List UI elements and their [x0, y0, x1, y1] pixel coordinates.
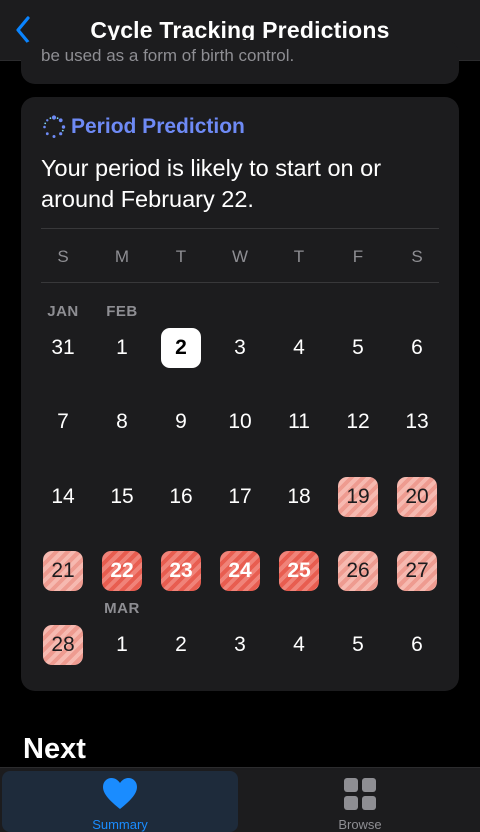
month-label-feb: FEB [106, 303, 138, 320]
heart-icon [103, 778, 137, 809]
tab-summary-label: Summary [92, 817, 148, 832]
section-heading-next: Next [23, 733, 86, 765]
prediction-headline: Your period is likely to start on or aro… [41, 155, 382, 212]
calendar-day[interactable]: 4 [279, 625, 319, 665]
card-label: Period Prediction [71, 115, 245, 138]
calendar-day[interactable]: 10 [220, 402, 260, 442]
calendar-day[interactable]: 15 [102, 477, 142, 517]
weekday-label: S [411, 247, 423, 266]
grid-icon [344, 778, 376, 810]
calendar-day[interactable]: 9 [161, 402, 201, 442]
previous-card: be used as a form of birth control. [21, 40, 459, 84]
calendar-day[interactable]: 17 [220, 477, 260, 517]
divider [41, 228, 439, 229]
calendar-day[interactable]: 18 [279, 477, 319, 517]
calendar-day[interactable]: 12 [338, 402, 378, 442]
calendar-day[interactable]: 3 [220, 328, 260, 368]
tab-summary[interactable]: Summary [2, 771, 238, 832]
weekday-label: T [293, 247, 305, 266]
weekday-label: T [175, 247, 187, 266]
month-label-jan: JAN [47, 303, 79, 320]
calendar-day[interactable]: 7 [43, 402, 83, 442]
card-header: Period Prediction [41, 114, 245, 140]
chevron-left-icon [16, 16, 30, 44]
calendar-day[interactable]: 6 [397, 328, 437, 368]
calendar-day[interactable]: 2 [161, 625, 201, 665]
calendar-day-predicted[interactable]: 25 [279, 551, 319, 591]
calendar-day[interactable]: 16 [161, 477, 201, 517]
calendar-day[interactable]: 13 [397, 402, 437, 442]
calendar-day[interactable]: 5 [338, 625, 378, 665]
calendar-day[interactable]: 5 [338, 328, 378, 368]
tab-bar: Summary Browse [0, 767, 480, 832]
calendar-day-predicted[interactable]: 19 [338, 477, 378, 517]
weekday-label: M [114, 247, 130, 266]
weekday-label: S [57, 247, 69, 266]
calendar-day[interactable]: 11 [279, 402, 319, 442]
tab-browse-label: Browse [338, 817, 382, 832]
tab-browse[interactable]: Browse [242, 771, 478, 832]
calendar-day[interactable]: 14 [43, 477, 83, 517]
weekday-label: W [231, 247, 249, 266]
calendar-day[interactable]: 31 [43, 328, 83, 368]
period-prediction-card: Period Prediction Your period is likely … [21, 97, 459, 691]
calendar-day-predicted[interactable]: 26 [338, 551, 378, 591]
calendar-day[interactable]: 1 [102, 328, 142, 368]
calendar-day[interactable]: 1 [102, 625, 142, 665]
calendar-day[interactable]: 8 [102, 402, 142, 442]
calendar-day-predicted[interactable]: 22 [102, 551, 142, 591]
month-label-mar: MAR [104, 600, 140, 617]
weekday-label: F [352, 247, 364, 266]
calendar-day-predicted[interactable]: 28 [43, 625, 83, 665]
previous-card-text: be used as a form of birth control. [41, 46, 295, 65]
calendar-day-predicted[interactable]: 21 [43, 551, 83, 591]
calendar-day[interactable]: 6 [397, 625, 437, 665]
calendar-day-predicted[interactable]: 20 [397, 477, 437, 517]
calendar-day-predicted[interactable]: 27 [397, 551, 437, 591]
calendar-day-today[interactable]: 2 [161, 328, 201, 368]
calendar-day[interactable]: 4 [279, 328, 319, 368]
divider [41, 282, 439, 283]
prediction-spinner-icon [43, 115, 66, 138]
calendar-day[interactable]: 3 [220, 625, 260, 665]
calendar-day-predicted[interactable]: 23 [161, 551, 201, 591]
calendar-day-predicted[interactable]: 24 [220, 551, 260, 591]
